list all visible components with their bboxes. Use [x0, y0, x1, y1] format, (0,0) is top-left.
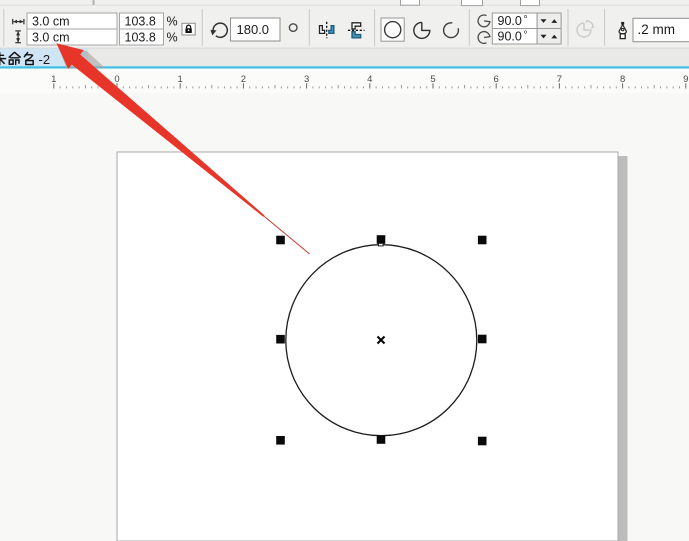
- svg-text:-2: -2: [39, 52, 51, 67]
- svg-text:3.0 cm: 3.0 cm: [32, 14, 70, 28]
- svg-text:180.0: 180.0: [237, 22, 270, 37]
- svg-text:°: °: [524, 30, 528, 41]
- svg-text:°: °: [524, 15, 528, 26]
- svg-text:103.8: 103.8: [125, 14, 156, 28]
- svg-text:3.0 cm: 3.0 cm: [32, 30, 70, 44]
- svg-text:%: %: [167, 15, 178, 29]
- svg-text:103.8: 103.8: [125, 30, 156, 44]
- svg-text:90.0: 90.0: [498, 29, 522, 43]
- svg-text:.2 mm: .2 mm: [638, 22, 676, 37]
- svg-text:90.0: 90.0: [498, 14, 522, 28]
- svg-text:%: %: [167, 31, 178, 45]
